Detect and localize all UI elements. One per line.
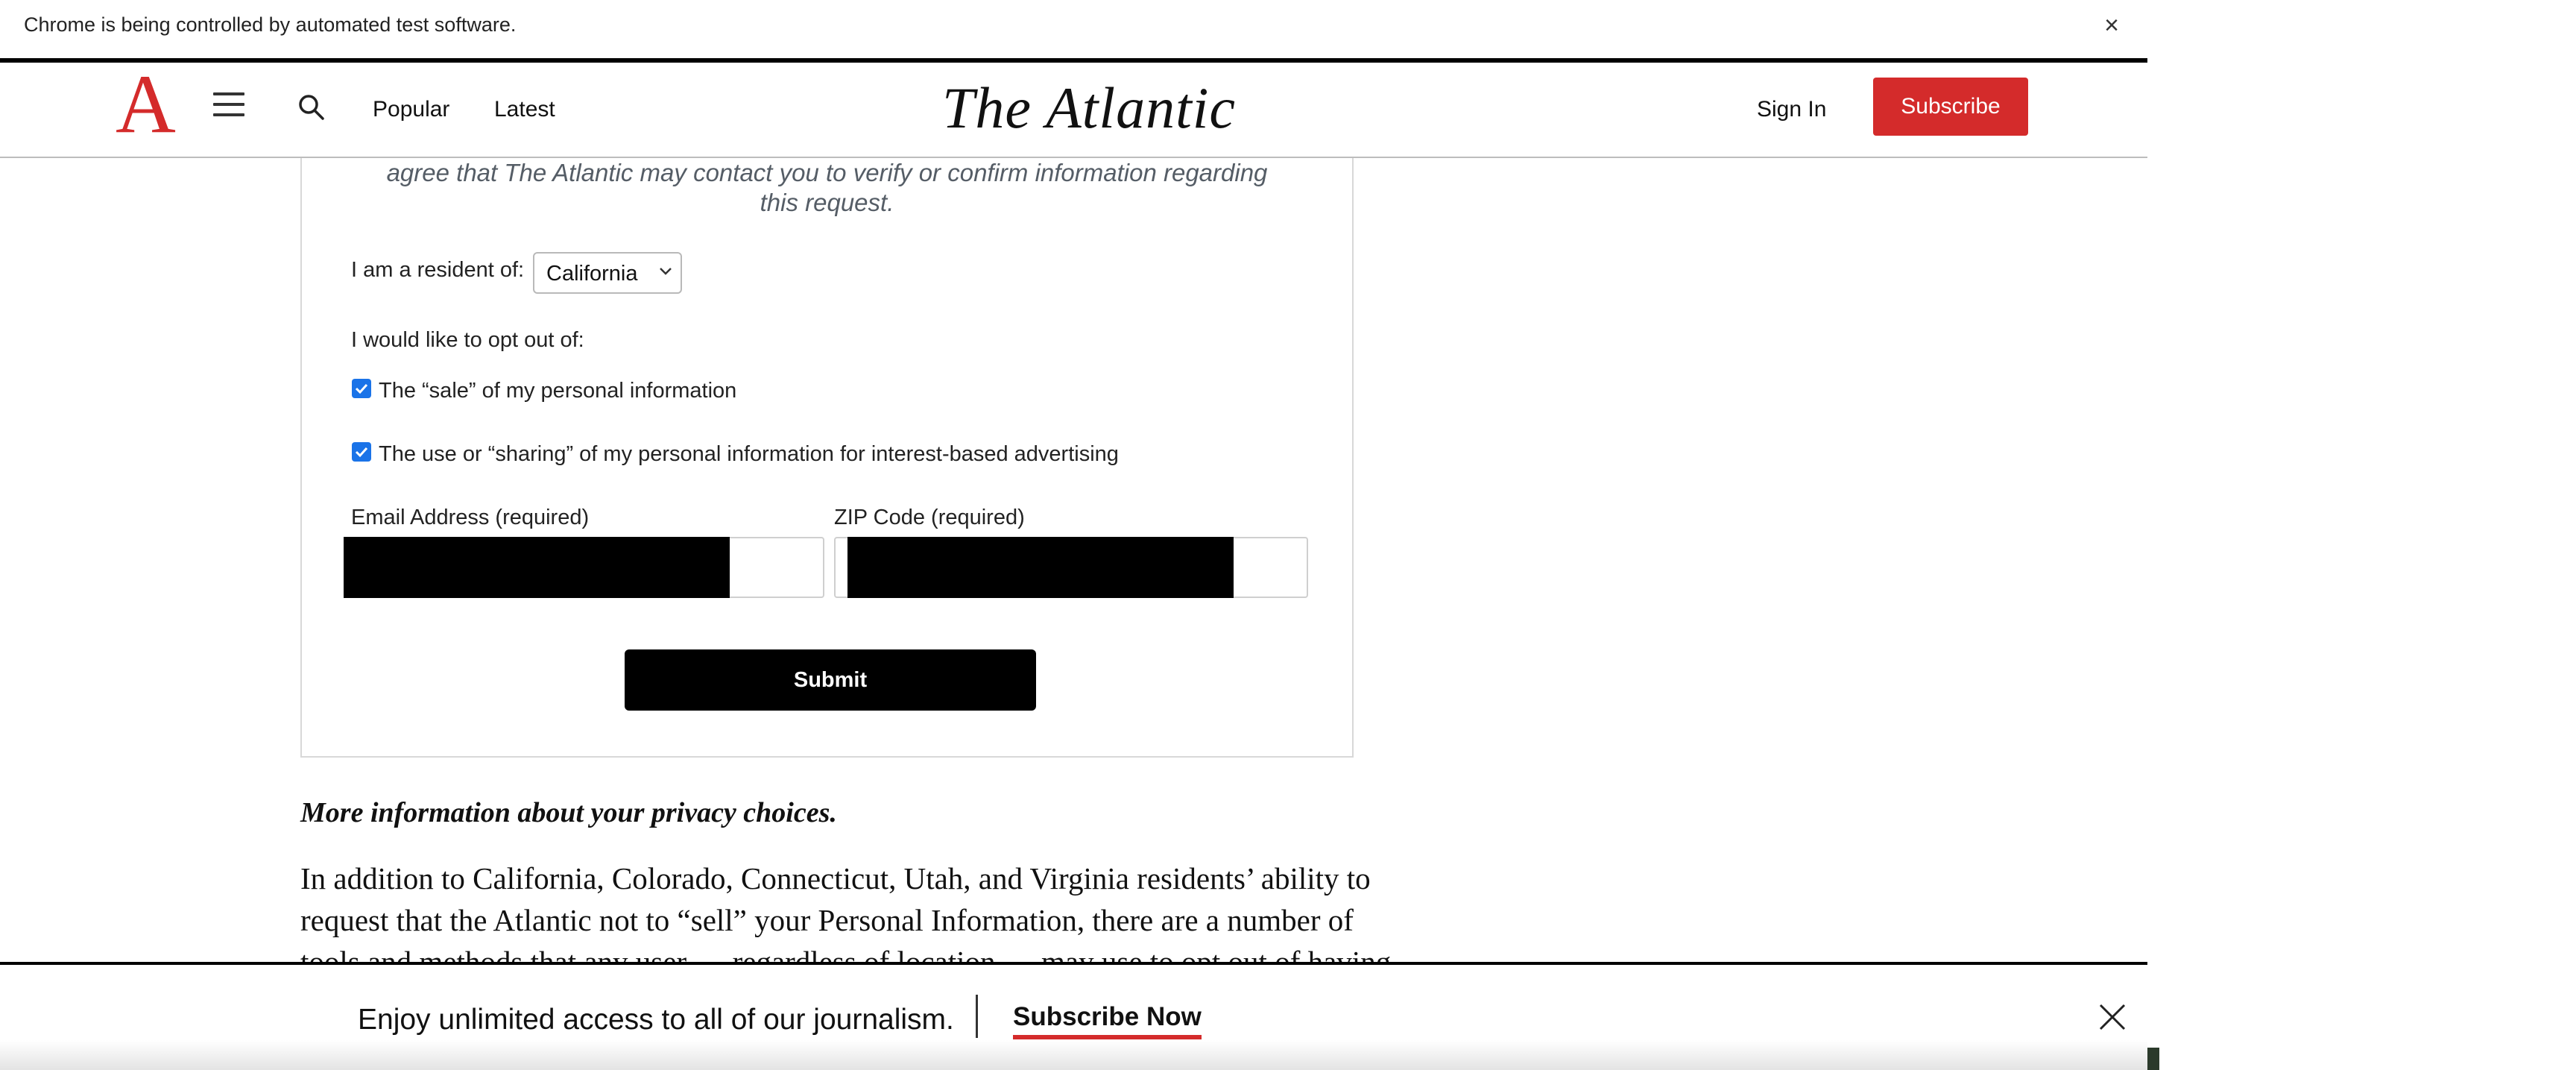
sign-in-link[interactable]: Sign In — [1757, 97, 1826, 122]
redacted-email-value — [344, 537, 730, 598]
verification-note-line2: this request. — [760, 189, 894, 216]
sharing-checkbox[interactable] — [352, 442, 371, 462]
opt-out-label: I would like to opt out of: — [351, 328, 584, 352]
opt-out-form: agree that The Atlantic may contact you … — [300, 158, 1354, 758]
close-icon[interactable] — [2097, 1002, 2127, 1032]
article-paragraph-line1: In addition to California, Colorado, Con… — [300, 861, 1371, 896]
verification-note-line1: agree that The Atlantic may contact you … — [386, 159, 1268, 186]
zip-label: ZIP Code (required) — [834, 506, 1025, 529]
sale-checkbox[interactable] — [352, 379, 371, 398]
brand-wordmark[interactable]: The Atlantic — [942, 75, 1236, 142]
email-label: Email Address (required) — [351, 506, 590, 529]
state-select-value: California — [546, 262, 638, 286]
atlantic-logo[interactable]: A — [116, 63, 176, 146]
banner-pitch: Enjoy unlimited access to all of our jou… — [358, 1004, 954, 1036]
browser-viewport: Chrome is being controlled by automated … — [0, 0, 2147, 1070]
banner-divider — [976, 995, 978, 1038]
submit-button[interactable]: Submit — [625, 649, 1036, 711]
privacy-choices-heading: More information about your privacy choi… — [300, 797, 837, 828]
nav-latest[interactable]: Latest — [494, 97, 555, 122]
subscribe-button[interactable]: Subscribe — [1873, 78, 2028, 136]
nav-popular[interactable]: Popular — [373, 97, 449, 122]
zip-field[interactable] — [834, 537, 1308, 598]
resident-label: I am a resident of: — [351, 258, 525, 282]
sale-option-label[interactable]: The “sale” of my personal information — [379, 379, 736, 403]
sharing-option-label[interactable]: The use or “sharing” of my personal info… — [379, 442, 1119, 467]
hamburger-menu-icon[interactable] — [213, 92, 244, 119]
subscribe-now-link[interactable]: Subscribe Now — [1013, 1002, 1202, 1039]
redacted-zip-value — [847, 537, 1234, 598]
email-field[interactable] — [344, 537, 824, 598]
empty-window-area — [2147, 0, 2576, 1070]
article-paragraph-line2: request that the Atlantic not to “sell” … — [300, 903, 1354, 937]
search-icon[interactable] — [297, 92, 326, 122]
site-header: A Popular Latest The Atlantic Sign In Su… — [0, 58, 2147, 158]
subscribe-banner: Enjoy unlimited access to all of our jou… — [0, 962, 2147, 1070]
automation-infobar: Chrome is being controlled by automated … — [0, 0, 2147, 58]
infobar-message: Chrome is being controlled by automated … — [24, 13, 517, 36]
chevron-down-icon — [660, 268, 672, 275]
state-select[interactable]: California — [533, 252, 682, 294]
infobar-close-icon[interactable]: × — [2100, 9, 2123, 42]
